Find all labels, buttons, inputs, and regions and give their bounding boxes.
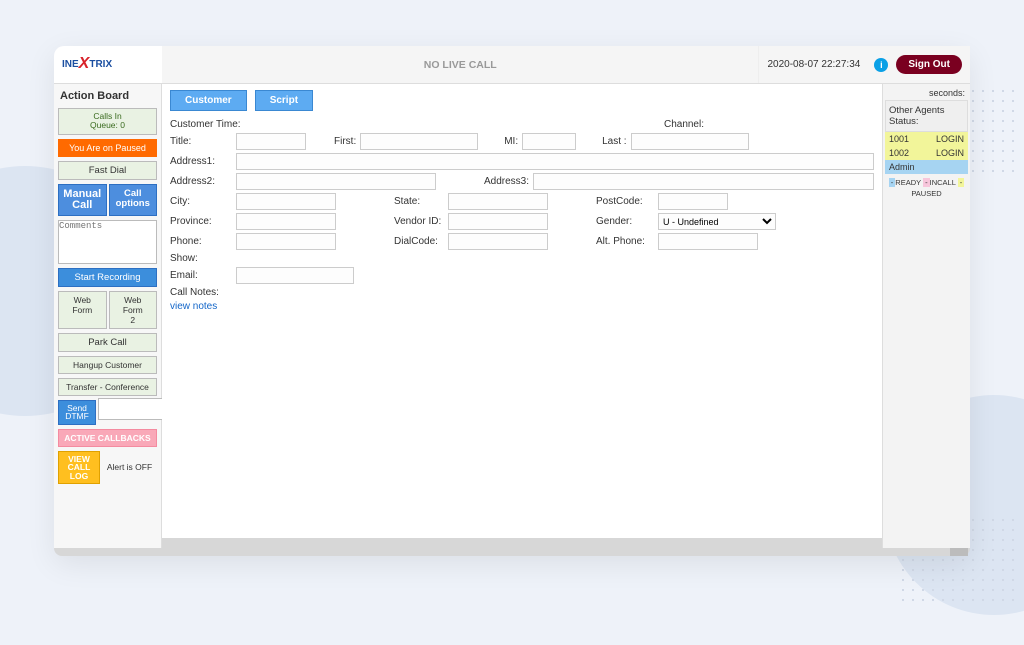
logo-pre: INE [62, 59, 79, 70]
dialcode-input[interactable] [448, 233, 548, 250]
agent-row: 1001 LOGIN [885, 132, 968, 146]
address3-input[interactable] [533, 173, 874, 190]
address1-label: Address1: [170, 156, 232, 167]
status-legend: -READY -INCALL -PAUSED [885, 178, 968, 199]
last-input[interactable] [631, 133, 749, 150]
customer-time-label: Customer Time: [170, 119, 254, 130]
vendor-label: Vendor ID: [394, 216, 444, 227]
start-recording-button[interactable]: Start Recording [58, 268, 157, 287]
postcode-label: PostCode: [596, 196, 654, 207]
comments-input[interactable] [58, 220, 157, 264]
agent-id: Admin [889, 162, 915, 172]
other-agents-heading: Other Agents Status: [885, 100, 968, 132]
view-call-log-button[interactable]: VIEW CALL LOG [58, 451, 100, 485]
tab-customer[interactable]: Customer [170, 90, 247, 111]
first-label: First: [334, 136, 356, 147]
tab-script[interactable]: Script [255, 90, 313, 111]
phone-input[interactable] [236, 233, 336, 250]
logo-x: X [79, 55, 90, 73]
view-notes-link[interactable]: view notes [170, 301, 217, 312]
state-input[interactable] [448, 193, 548, 210]
province-label: Province: [170, 216, 232, 227]
gender-select[interactable]: U - Undefined [658, 213, 776, 230]
transfer-conference-button[interactable]: Transfer - Conference [58, 378, 157, 396]
call-status: NO LIVE CALL [162, 46, 758, 83]
city-input[interactable] [236, 193, 336, 210]
postcode-input[interactable] [658, 193, 728, 210]
paused-status[interactable]: You Are on Paused [58, 139, 157, 157]
logo-post: TRIX [89, 59, 112, 70]
hangup-button[interactable]: Hangup Customer [58, 356, 157, 374]
app-window: INE X TRIX NO LIVE CALL 2020-08-07 22:27… [54, 46, 970, 556]
show-label: Show: [170, 253, 232, 264]
altphone-label: Alt. Phone: [596, 236, 654, 247]
window-scrollbar[interactable] [54, 548, 970, 556]
active-callbacks-button[interactable]: ACTIVE CALLBACKS [58, 429, 157, 447]
gender-label: Gender: [596, 216, 654, 227]
alert-status: Alert is OFF [102, 449, 157, 487]
mi-input[interactable] [522, 133, 576, 150]
dialcode-label: DialCode: [394, 236, 444, 247]
action-board: Action Board Calls In Queue: 0 You Are o… [54, 84, 162, 548]
agent-row: Admin [885, 160, 968, 174]
manual-call-button[interactable]: Manual Call [58, 184, 107, 216]
state-label: State: [394, 196, 444, 207]
address2-input[interactable] [236, 173, 436, 190]
title-input[interactable] [236, 133, 306, 150]
fast-dial-button[interactable]: Fast Dial [58, 161, 157, 180]
legend-paused: - [958, 178, 965, 187]
park-call-button[interactable]: Park Call [58, 333, 157, 352]
topbar: INE X TRIX NO LIVE CALL 2020-08-07 22:27… [54, 46, 970, 84]
web-form-button[interactable]: Web Form [58, 291, 107, 329]
seconds-label: seconds: [885, 86, 968, 100]
email-label: Email: [170, 270, 232, 281]
vendor-input[interactable] [448, 213, 548, 230]
content-scrollbar[interactable] [162, 538, 882, 548]
channel-label: Channel: [664, 119, 704, 130]
send-dtmf-button[interactable]: Send DTMF [58, 400, 96, 425]
address2-label: Address2: [170, 176, 232, 187]
mi-label: MI: [504, 136, 518, 147]
agent-status: LOGIN [936, 134, 964, 144]
action-board-title: Action Board [58, 86, 157, 106]
main-content: Customer Script Customer Time: Channel: … [162, 84, 882, 548]
calls-in-queue[interactable]: Calls In Queue: 0 [58, 108, 157, 135]
info-icon[interactable]: i [874, 58, 888, 72]
title-label: Title: [170, 136, 232, 147]
address3-label: Address3: [484, 176, 529, 187]
callnotes-label: Call Notes: [170, 287, 232, 298]
sign-out-button[interactable]: Sign Out [896, 55, 962, 74]
altphone-input[interactable] [658, 233, 758, 250]
logo: INE X TRIX [54, 56, 162, 74]
agent-row: 1002 LOGIN [885, 146, 968, 160]
phone-label: Phone: [170, 236, 232, 247]
web-form-2-button[interactable]: Web Form 2 [109, 291, 158, 329]
email-input[interactable] [236, 267, 354, 284]
timestamp: 2020-08-07 22:27:34 [767, 59, 860, 70]
province-input[interactable] [236, 213, 336, 230]
right-panel: seconds: Other Agents Status: 1001 LOGIN… [882, 84, 970, 548]
address1-input[interactable] [236, 153, 874, 170]
call-options-button[interactable]: Call options [109, 184, 158, 216]
agent-id: 1001 [889, 134, 909, 144]
first-input[interactable] [360, 133, 478, 150]
agent-status: LOGIN [936, 148, 964, 158]
agent-id: 1002 [889, 148, 909, 158]
last-label: Last : [602, 136, 626, 147]
city-label: City: [170, 196, 232, 207]
